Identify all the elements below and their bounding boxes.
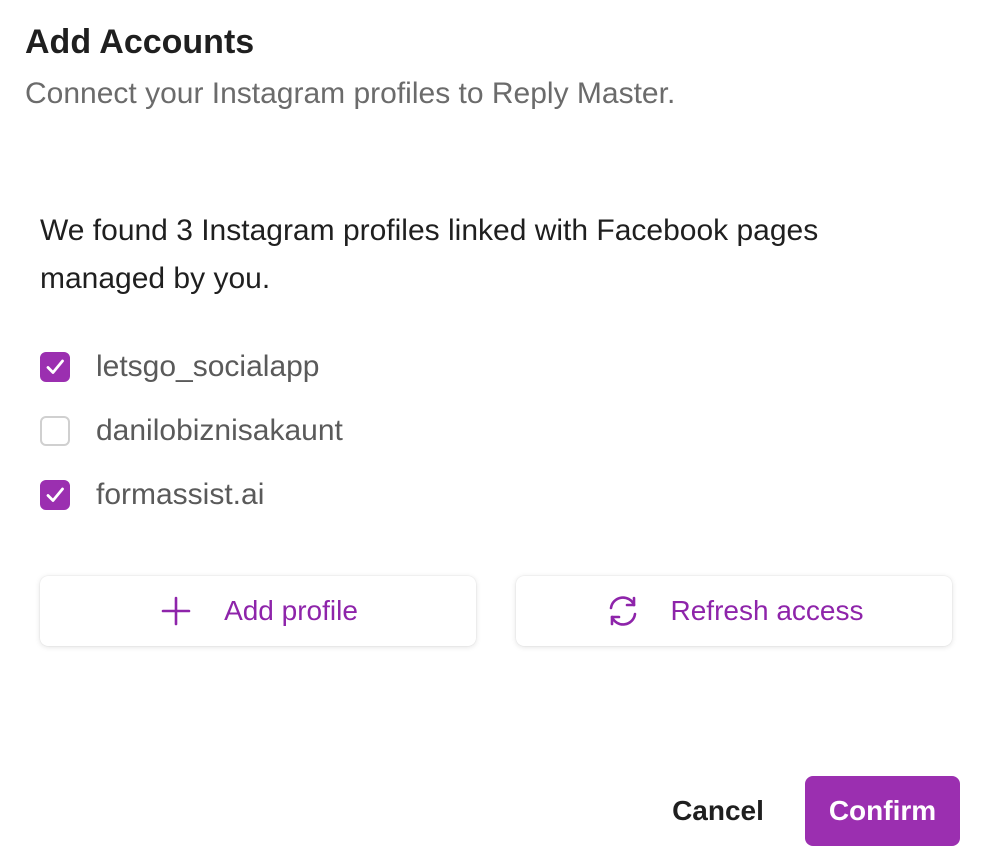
profile-item[interactable]: letsgo_socialapp	[40, 335, 640, 399]
dialog-title: Add Accounts	[25, 23, 255, 61]
profile-name: letsgo_socialapp	[96, 350, 320, 383]
add-profile-label: Add profile	[224, 595, 358, 626]
checkmark-icon	[46, 487, 64, 502]
dialog-subtitle: Connect your Instagram profiles to Reply…	[25, 77, 676, 110]
add-accounts-dialog: Add Accounts Connect your Instagram prof…	[0, 0, 1003, 861]
add-profile-button[interactable]: Add profile	[40, 576, 476, 646]
profile-item[interactable]: danilobiznisakaunt	[40, 399, 640, 463]
profile-checkbox[interactable]	[40, 416, 70, 446]
plus-icon	[158, 593, 194, 629]
refresh-access-button[interactable]: Refresh access	[516, 576, 952, 646]
profiles-found-message: We found 3 Instagram profiles linked wit…	[40, 214, 819, 295]
refresh-icon	[605, 593, 641, 629]
confirm-button[interactable]: Confirm	[805, 776, 960, 846]
cancel-button[interactable]: Cancel	[660, 778, 776, 844]
profile-item[interactable]: formassist.ai	[40, 463, 640, 527]
profile-checkbox[interactable]	[40, 352, 70, 382]
profile-checkbox[interactable]	[40, 480, 70, 510]
profile-list: letsgo_socialapp danilobiznisakaunt form…	[40, 335, 640, 527]
checkmark-icon	[46, 359, 64, 374]
refresh-access-label: Refresh access	[670, 595, 864, 626]
profile-name: formassist.ai	[96, 478, 265, 511]
profile-name: danilobiznisakaunt	[96, 414, 343, 447]
